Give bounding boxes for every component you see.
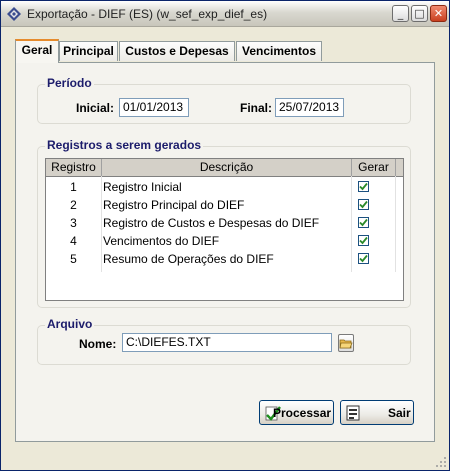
processar-button[interactable]: Processar: [259, 400, 334, 425]
sair-label: Sair: [388, 406, 411, 420]
registros-title: Registros a serem gerados: [45, 138, 204, 152]
tab-geral[interactable]: Geral: [15, 39, 59, 63]
checkmark-icon: [359, 200, 368, 209]
inicial-date-input[interactable]: 01/01/2013: [119, 98, 189, 117]
maximize-icon: □: [414, 7, 425, 20]
descricao-cell: Registro de Custos e Despesas do DIEF: [103, 216, 320, 230]
registros-table: Registro Descrição Gerar 1 Registro Inic…: [45, 158, 404, 301]
close-icon: ✕: [433, 7, 444, 20]
descricao-cell: Resumo de Operações do DIEF: [103, 252, 274, 266]
gerar-checkbox[interactable]: [358, 199, 369, 210]
folder-open-icon: [339, 339, 353, 349]
status-bar: [1, 452, 449, 470]
gerar-cell: [338, 214, 392, 232]
gerar-cell: [338, 196, 392, 214]
table-row[interactable]: 4 Vencimentos do DIEF: [46, 232, 403, 250]
gerar-checkbox[interactable]: [358, 181, 369, 192]
gerar-checkbox[interactable]: [358, 217, 369, 228]
registro-cell: 3: [70, 216, 77, 230]
window: Exportação - DIEF (ES) (w_sef_exp_dief_e…: [0, 0, 450, 471]
minimize-icon: _: [397, 7, 404, 20]
table-row[interactable]: 2 Registro Principal do DIEF: [46, 196, 403, 214]
col-header-descricao[interactable]: Descrição: [102, 159, 352, 176]
table-row[interactable]: 1 Registro Inicial: [46, 178, 403, 196]
checkmark-icon: [359, 218, 368, 227]
col-header-registro[interactable]: Registro: [46, 159, 102, 176]
table-row[interactable]: 5 Resumo de Operações do DIEF: [46, 250, 403, 268]
table-header: Registro Descrição Gerar: [46, 159, 403, 177]
maximize-button[interactable]: □: [411, 5, 428, 22]
arquivo-title: Arquivo: [45, 317, 95, 331]
exit-icon: [346, 405, 360, 421]
col-header-gerar[interactable]: Gerar: [352, 159, 396, 176]
title-bar[interactable]: Exportação - DIEF (ES) (w_sef_exp_dief_e…: [1, 1, 449, 27]
resize-grip-icon[interactable]: [435, 456, 447, 468]
tab-principal[interactable]: Principal: [59, 41, 118, 61]
final-label: Final:: [240, 101, 272, 115]
app-icon: [7, 7, 21, 21]
final-date-input[interactable]: 25/07/2013: [275, 98, 344, 117]
window-title: Exportação - DIEF (ES) (w_sef_exp_dief_e…: [27, 7, 268, 21]
registro-cell: 1: [70, 180, 77, 194]
descricao-cell: Registro Inicial: [103, 180, 182, 194]
minimize-button[interactable]: _: [392, 5, 409, 22]
browse-file-button[interactable]: [338, 334, 354, 352]
processar-label: Processar: [273, 406, 332, 420]
table-row[interactable]: 3 Registro de Custos e Despesas do DIEF: [46, 214, 403, 232]
descricao-cell: Registro Principal do DIEF: [103, 198, 245, 212]
checkmark-icon: [359, 182, 368, 191]
nome-file-input[interactable]: C:\DIEFES.TXT: [122, 333, 332, 352]
gerar-checkbox[interactable]: [358, 235, 369, 246]
gerar-cell: [338, 232, 392, 250]
checkmark-icon: [359, 236, 368, 245]
gerar-checkbox[interactable]: [358, 253, 369, 264]
registro-cell: 2: [70, 198, 77, 212]
registro-cell: 4: [70, 234, 77, 248]
tab-vencimentos[interactable]: Vencimentos: [236, 41, 322, 61]
inicial-label: Inicial:: [76, 101, 115, 115]
gerar-cell: [338, 178, 392, 196]
descricao-cell: Vencimentos do DIEF: [103, 234, 220, 248]
checkmark-icon: [359, 254, 368, 263]
tab-custos-e-depesas[interactable]: Custos e Depesas: [119, 41, 235, 61]
close-button[interactable]: ✕: [430, 5, 447, 22]
nome-label: Nome:: [79, 337, 117, 351]
periodo-title: Período: [45, 76, 94, 90]
registro-cell: 5: [70, 252, 77, 266]
gerar-cell: [338, 250, 392, 268]
sair-button[interactable]: Sair: [340, 400, 414, 425]
